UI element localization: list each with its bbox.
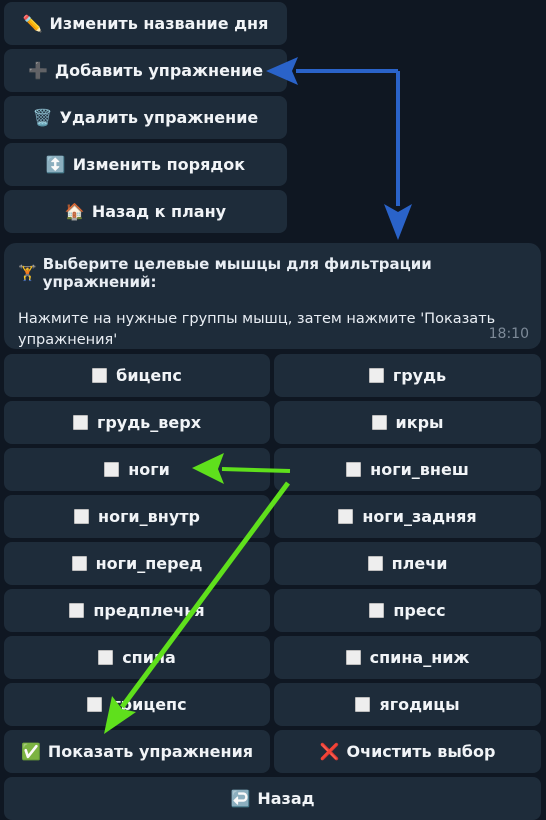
- muscle-label: грудь_верх: [96, 413, 202, 432]
- back-to-plan-button[interactable]: 🏠 Назад к плану: [4, 190, 287, 233]
- message-title: 🏋️ Выберите целевые мышцы для фильтрации…: [18, 255, 527, 291]
- muscle-button-chest[interactable]: грудь: [274, 354, 541, 397]
- muscle-label: грудь: [392, 366, 447, 385]
- muscle-button-legs-inner[interactable]: ноги_внутр: [4, 495, 270, 538]
- muscle-label: бицепс: [116, 366, 182, 385]
- check-mark-icon: ✅: [20, 742, 41, 761]
- show-exercises-button[interactable]: ✅ Показать упражнения: [4, 730, 270, 773]
- delete-exercise-button[interactable]: 🗑️ Удалить упражнение: [4, 96, 287, 139]
- back-button[interactable]: ↩️ Назад: [4, 777, 541, 820]
- muscle-label: ноги_внутр: [98, 507, 200, 526]
- checkbox-icon: [104, 462, 120, 477]
- muscle-label: ноги_внеш: [370, 460, 469, 479]
- muscle-button-legs-front[interactable]: ноги_перед: [4, 542, 270, 585]
- muscle-button-forearms[interactable]: предплечья: [4, 589, 270, 632]
- checkbox-icon: [371, 415, 387, 430]
- muscle-label: икры: [395, 413, 444, 432]
- muscle-button-upper-chest[interactable]: грудь_верх: [4, 401, 270, 444]
- muscle-label: предплечья: [93, 601, 205, 620]
- add-exercise-label: Добавить упражнение: [54, 61, 264, 80]
- checkbox-icon: [368, 368, 384, 383]
- muscle-button-shoulders[interactable]: плечи: [274, 542, 541, 585]
- reorder-label: Изменить порядок: [72, 155, 246, 174]
- checkbox-icon: [72, 415, 88, 430]
- cross-mark-icon: ❌: [319, 742, 340, 761]
- checkbox-icon: [74, 509, 90, 524]
- checkbox-icon: [346, 462, 362, 477]
- blue-arrow-to-message: [384, 71, 412, 240]
- muscle-label: пресс: [393, 601, 446, 620]
- rename-day-button[interactable]: ✏️ Изменить название дня: [4, 2, 287, 45]
- muscle-button-legs-outer[interactable]: ноги_внеш: [274, 448, 541, 491]
- reorder-button[interactable]: ↕️ Изменить порядок: [4, 143, 287, 186]
- message-timestamp: 18:10: [488, 326, 529, 342]
- muscle-label: ягодицы: [379, 695, 460, 714]
- house-icon: 🏠: [64, 202, 85, 221]
- checkbox-icon: [369, 603, 385, 618]
- muscle-label: ноги_задняя: [362, 507, 477, 526]
- checkbox-icon: [338, 509, 354, 524]
- checkbox-icon: [367, 556, 383, 571]
- return-arrow-icon: ↩️: [230, 789, 251, 808]
- checkbox-icon: [98, 650, 114, 665]
- add-exercise-button[interactable]: ➕ Добавить упражнение: [4, 49, 287, 92]
- rename-day-label: Изменить название дня: [49, 14, 269, 33]
- muscle-button-glutes[interactable]: ягодицы: [274, 683, 541, 726]
- up-down-arrow-icon: ↕️: [45, 155, 66, 174]
- plus-icon: ➕: [27, 61, 48, 80]
- muscle-label: спина_ниж: [369, 648, 470, 667]
- muscle-button-legs-back[interactable]: ноги_задняя: [274, 495, 541, 538]
- trash-icon: 🗑️: [32, 108, 53, 127]
- muscle-button-abs[interactable]: пресс: [274, 589, 541, 632]
- delete-exercise-label: Удалить упражнение: [59, 108, 259, 127]
- pencil-icon: ✏️: [22, 14, 43, 33]
- checkbox-icon: [355, 697, 371, 712]
- muscle-label: ноги: [128, 460, 170, 479]
- muscle-button-back[interactable]: спина: [4, 636, 270, 679]
- checkbox-icon: [69, 603, 85, 618]
- message-title-text: Выберите целевые мышцы для фильтрации уп…: [42, 255, 432, 291]
- muscle-label: ноги_перед: [95, 554, 203, 573]
- back-label: Назад: [257, 789, 315, 808]
- weightlifter-icon: 🏋️: [18, 264, 37, 282]
- muscle-button-biceps[interactable]: бицепс: [4, 354, 270, 397]
- muscle-button-lower-back[interactable]: спина_ниж: [274, 636, 541, 679]
- bot-message: 🏋️ Выберите целевые мышцы для фильтрации…: [4, 243, 541, 349]
- checkbox-icon: [92, 368, 108, 383]
- checkbox-icon: [71, 556, 87, 571]
- muscle-button-legs[interactable]: ноги: [4, 448, 270, 491]
- message-body: Нажмите на нужные группы мышц, затем наж…: [18, 311, 496, 348]
- clear-selection-button[interactable]: ❌ Очистить выбор: [274, 730, 541, 773]
- checkbox-icon: [345, 650, 361, 665]
- muscle-button-triceps[interactable]: трицепс: [4, 683, 270, 726]
- back-to-plan-label: Назад к плану: [91, 202, 227, 221]
- checkbox-icon: [87, 697, 103, 712]
- clear-selection-label: Очистить выбор: [346, 742, 496, 761]
- muscle-button-calves[interactable]: икры: [274, 401, 541, 444]
- muscle-label: трицепс: [111, 695, 187, 714]
- muscle-label: спина: [122, 648, 176, 667]
- muscle-label: плечи: [391, 554, 448, 573]
- show-exercises-label: Показать упражнения: [47, 742, 254, 761]
